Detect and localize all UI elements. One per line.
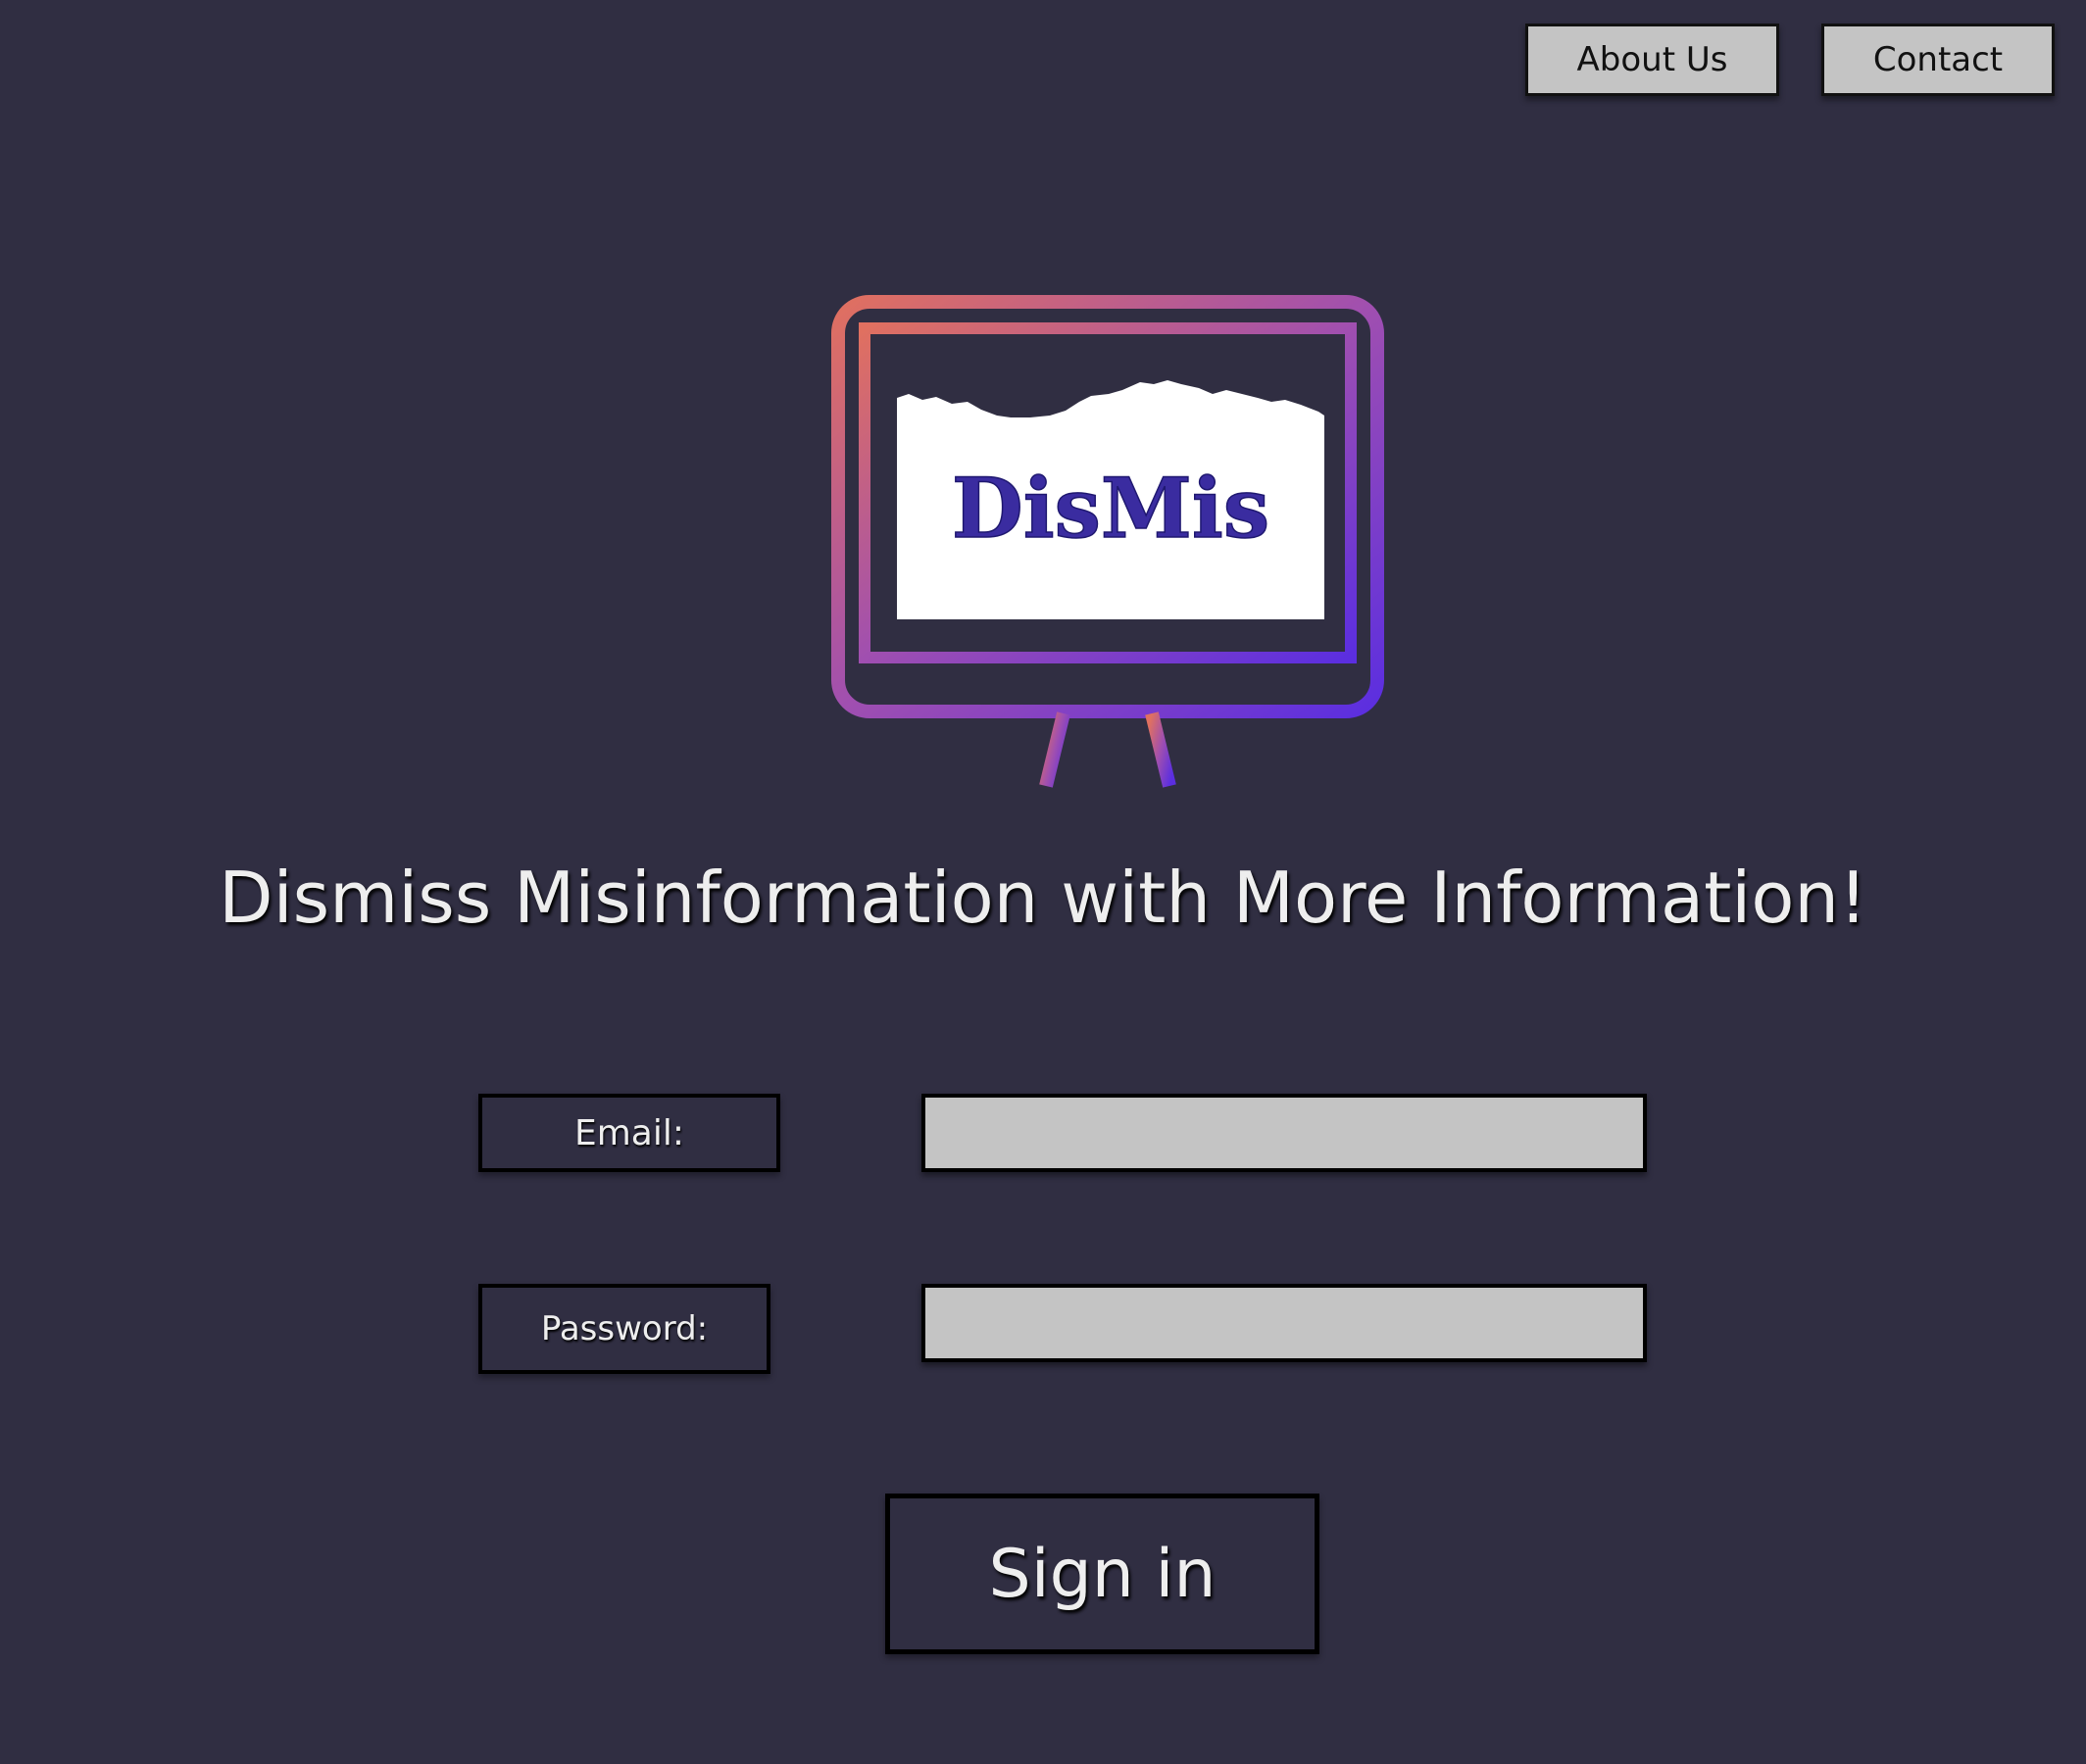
- contact-button[interactable]: Contact: [1821, 24, 2055, 96]
- email-field[interactable]: [921, 1094, 1647, 1172]
- tagline: Dismiss Misinformation with More Informa…: [219, 857, 1867, 939]
- monitor-icon: DisMis: [831, 295, 1384, 794]
- about-us-button[interactable]: About Us: [1525, 24, 1779, 96]
- dismis-logo: DisMis: [828, 292, 1387, 800]
- password-field[interactable]: [921, 1284, 1647, 1362]
- email-label: Email:: [478, 1094, 780, 1172]
- logo-wordmark: DisMis: [952, 460, 1269, 557]
- password-label: Password:: [478, 1284, 770, 1374]
- sign-in-button[interactable]: Sign in: [885, 1494, 1319, 1654]
